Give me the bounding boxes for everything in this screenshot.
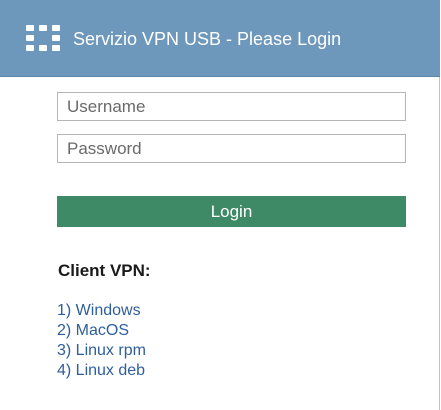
password-input[interactable]: [57, 134, 406, 163]
list-item: 3) Linux rpm: [57, 341, 146, 361]
list-item: 1) Windows: [57, 301, 146, 321]
macos-client-link[interactable]: 2) MacOS: [57, 322, 129, 339]
list-item: 2) MacOS: [57, 321, 146, 341]
linux-rpm-client-link[interactable]: 3) Linux rpm: [57, 342, 146, 359]
client-download-list: 1) Windows 2) MacOS 3) Linux rpm 4) Linu…: [57, 301, 146, 381]
windows-client-link[interactable]: 1) Windows: [57, 302, 141, 319]
grid-logo-icon: [26, 25, 60, 51]
header-bar: Servizio VPN USB - Please Login: [0, 0, 440, 77]
username-input[interactable]: [57, 92, 406, 121]
list-item: 4) Linux deb: [57, 361, 146, 381]
page-title: Servizio VPN USB - Please Login: [73, 29, 342, 49]
login-panel: Servizio VPN USB - Please Login Login Cl…: [0, 0, 440, 410]
linux-deb-client-link[interactable]: 4) Linux deb: [57, 362, 145, 379]
client-vpn-heading: Client VPN:: [58, 261, 151, 280]
login-button[interactable]: Login: [57, 196, 406, 227]
